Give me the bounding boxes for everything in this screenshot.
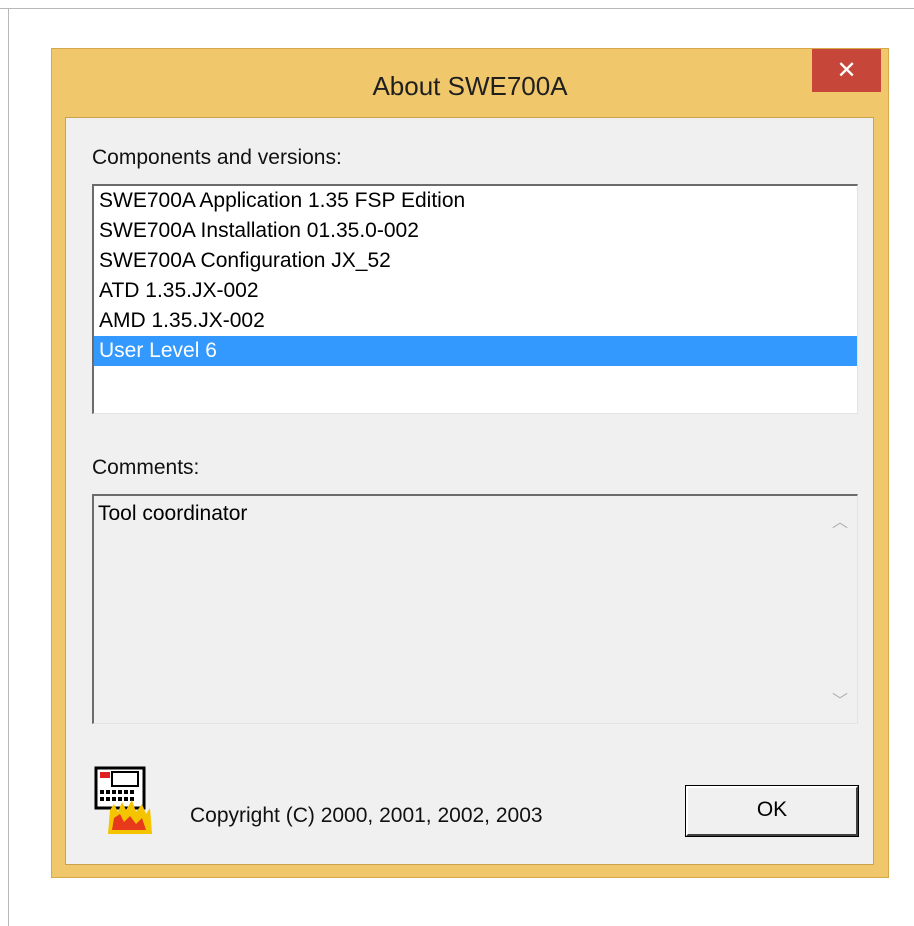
comments-textarea[interactable]: Tool coordinator ︿ ﹀ [92,494,858,724]
about-dialog: About SWE700A ✕ Components and versions:… [51,48,889,878]
dialog-title: About SWE700A [372,71,568,101]
ok-button[interactable]: OK [685,785,859,837]
dialog-content: Components and versions: SWE700A Applica… [65,117,874,865]
background-border-top [0,8,914,9]
list-item[interactable]: SWE700A Installation 01.35.0-002 [94,216,857,246]
comments-label: Comments: [92,456,200,479]
components-label: Components and versions: [92,146,342,169]
list-item[interactable]: AMD 1.35.JX-002 [94,306,857,336]
close-button[interactable]: ✕ [812,49,881,92]
list-item[interactable]: SWE700A Application 1.35 FSP Edition [94,186,857,216]
app-device-icon [94,766,152,834]
components-list[interactable]: SWE700A Application 1.35 FSP Edition SWE… [92,184,858,414]
comments-scrollbar[interactable]: ︿ ﹀ [823,496,857,723]
list-item[interactable]: SWE700A Configuration JX_52 [94,246,857,276]
comments-text: Tool coordinator [98,502,248,525]
copyright-text: Copyright (C) 2000, 2001, 2002, 2003 [190,804,543,827]
list-item-selected[interactable]: User Level 6 [94,336,857,366]
list-item[interactable]: ATD 1.35.JX-002 [94,276,857,306]
title-bar[interactable]: About SWE700A ✕ [52,49,888,117]
scroll-up-icon[interactable]: ︿ [823,508,857,538]
background-border-left [8,8,9,926]
scroll-down-icon[interactable]: ﹀ [823,687,857,717]
